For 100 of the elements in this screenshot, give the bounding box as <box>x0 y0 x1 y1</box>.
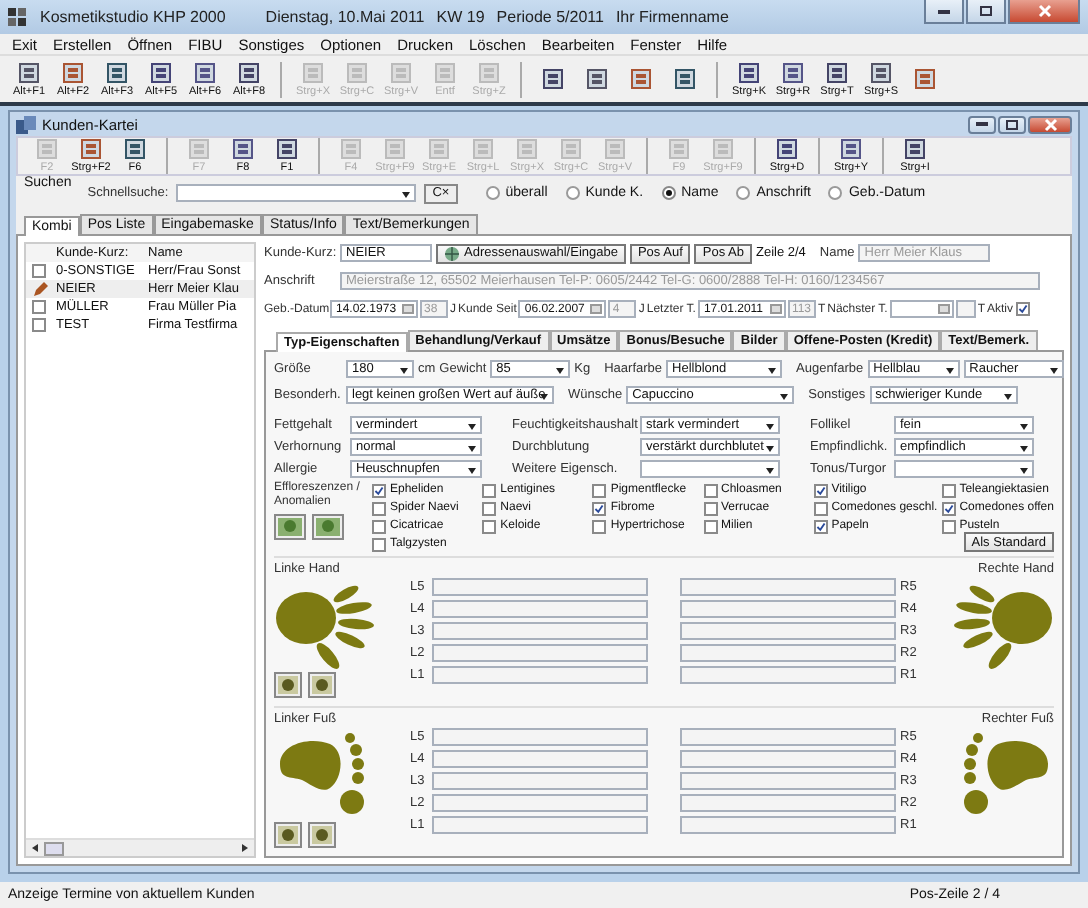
checkbox[interactable] <box>482 501 497 515</box>
checkbox[interactable] <box>482 519 497 533</box>
radio-button[interactable] <box>485 186 500 200</box>
input-field[interactable] <box>432 622 648 641</box>
document-icon <box>673 68 697 90</box>
document-icon <box>389 61 413 83</box>
row-checkbox[interactable] <box>32 300 46 314</box>
document-icon <box>825 61 849 83</box>
checkbox[interactable] <box>482 483 497 497</box>
checkbox[interactable] <box>372 483 386 497</box>
input-field[interactable] <box>680 578 896 597</box>
dropdown-arrow-icon <box>1020 446 1028 452</box>
dropdown-arrow-icon <box>768 368 777 374</box>
checkbox[interactable] <box>941 483 956 497</box>
dropdown-field[interactable] <box>894 460 1034 478</box>
document-icon <box>471 138 495 160</box>
check-icon <box>374 483 384 497</box>
check-icon <box>943 501 954 515</box>
checkbox[interactable] <box>592 501 607 515</box>
document-icon <box>913 68 937 90</box>
input-field[interactable] <box>680 666 896 685</box>
dropdown-arrow-icon <box>400 368 408 374</box>
dropdown-field[interactable] <box>640 460 780 478</box>
figure-icon <box>278 518 302 537</box>
checkbox[interactable] <box>941 501 956 515</box>
calendar-button[interactable] <box>769 304 782 314</box>
checkbox[interactable] <box>592 483 607 497</box>
input-field[interactable] <box>680 600 896 619</box>
input-field[interactable] <box>432 771 648 790</box>
minimize-button[interactable] <box>924 0 964 24</box>
checkbox[interactable] <box>941 519 956 533</box>
checkbox[interactable] <box>813 501 828 515</box>
period-label: Periode 5/2011 <box>496 8 604 26</box>
checkbox[interactable] <box>372 537 386 551</box>
input-field[interactable] <box>432 727 648 746</box>
input-field[interactable] <box>432 815 648 834</box>
document-icon <box>711 138 735 160</box>
calendar-button[interactable] <box>402 304 414 314</box>
document-icon <box>737 61 761 83</box>
radio-button[interactable] <box>661 186 676 200</box>
dropdown-arrow-icon <box>945 368 954 374</box>
search-field[interactable] <box>176 184 417 202</box>
input-field[interactable] <box>432 600 648 619</box>
maximize-button[interactable] <box>998 115 1026 133</box>
input-field[interactable] <box>680 749 896 768</box>
checkbox[interactable] <box>813 483 828 497</box>
input-field[interactable] <box>680 644 896 663</box>
document-icon <box>237 61 261 83</box>
dropdown-arrow-icon <box>780 394 789 400</box>
dropdown-arrow-icon <box>766 446 774 452</box>
figure-icon <box>278 676 298 694</box>
checkbox[interactable] <box>703 519 718 533</box>
input-field[interactable] <box>680 727 896 746</box>
maximize-button[interactable] <box>966 0 1006 24</box>
close-button[interactable] <box>1008 0 1080 24</box>
input-field[interactable] <box>432 644 648 663</box>
input-field[interactable] <box>680 793 896 812</box>
input-field[interactable] <box>680 622 896 641</box>
input-field[interactable] <box>432 749 648 768</box>
dropdown-arrow-icon <box>1049 368 1058 374</box>
checkbox[interactable] <box>813 519 828 533</box>
document-icon <box>559 138 583 160</box>
checkbox[interactable] <box>372 501 386 515</box>
input-field[interactable] <box>432 578 648 597</box>
week-label: KW 19 <box>436 8 485 26</box>
document-icon <box>603 138 627 160</box>
grid-icon <box>8 7 28 27</box>
scrollbar[interactable] <box>26 838 254 856</box>
checkbox[interactable] <box>1015 302 1030 316</box>
radio-button[interactable] <box>736 186 751 200</box>
checkbox[interactable] <box>703 501 718 515</box>
cards-icon <box>16 115 36 133</box>
scroll-thumb[interactable] <box>44 841 64 855</box>
close-button[interactable] <box>1028 115 1072 133</box>
document-icon <box>345 61 369 83</box>
input-field[interactable] <box>432 793 648 812</box>
input-field[interactable] <box>680 815 896 834</box>
calendar-button[interactable] <box>590 304 603 314</box>
pencil-icon <box>31 281 47 297</box>
row-checkbox[interactable] <box>32 318 46 332</box>
document-icon <box>187 138 211 160</box>
checkbox[interactable] <box>703 483 718 497</box>
radio-button[interactable] <box>828 186 843 200</box>
row-checkbox[interactable] <box>32 264 46 278</box>
document-icon <box>869 61 893 83</box>
dropdown-arrow-icon <box>468 424 476 430</box>
close-icon <box>1043 117 1057 131</box>
dropdown-arrow-icon <box>556 368 565 374</box>
date-field[interactable] <box>889 300 954 318</box>
checkbox[interactable] <box>372 519 386 533</box>
checkbox[interactable] <box>592 519 607 533</box>
count-field[interactable] <box>955 300 976 318</box>
input-field[interactable] <box>432 666 648 685</box>
minimize-button[interactable] <box>968 115 996 133</box>
document-icon <box>541 68 565 90</box>
globe-icon <box>444 245 460 261</box>
input-field[interactable] <box>680 771 896 790</box>
calendar-button[interactable] <box>937 304 950 314</box>
radio-button[interactable] <box>565 186 580 200</box>
scroll-left-icon <box>32 844 38 852</box>
